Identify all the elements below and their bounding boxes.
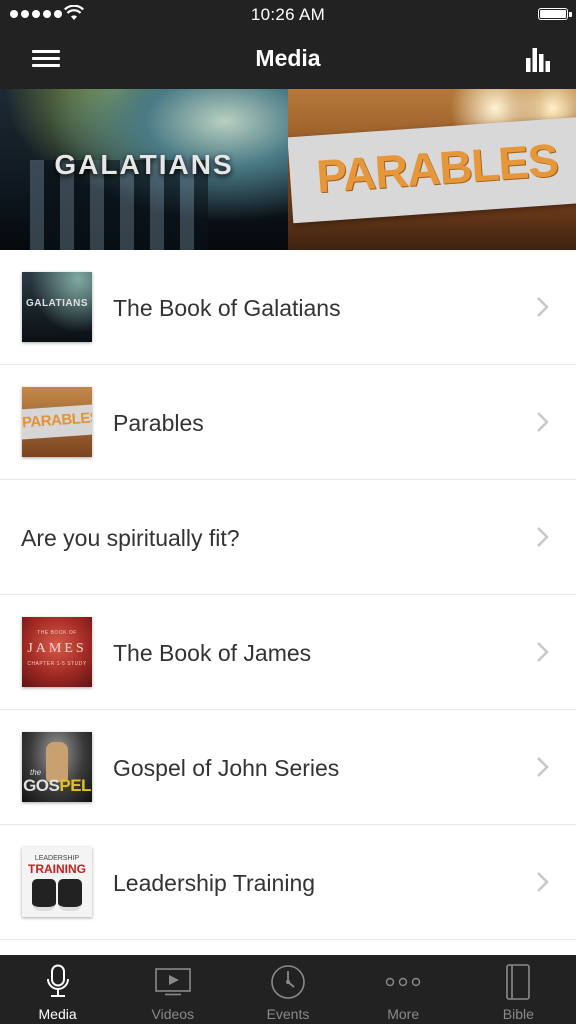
tab-events[interactable]: Events xyxy=(230,955,345,1024)
thumbnail-text: GOSPEL xyxy=(23,776,91,795)
tab-label: More xyxy=(387,1006,420,1022)
tab-label: Videos xyxy=(151,1006,195,1022)
sneaker-image xyxy=(58,879,82,911)
microphone-icon xyxy=(46,964,69,997)
list-item-james[interactable]: THE BOOK OF JAMES CHAPTER 1-5 STUDY The … xyxy=(0,595,576,710)
chevron-right-icon xyxy=(537,527,549,547)
leadership-thumbnail: LEADERSHIP TRAINING xyxy=(22,847,92,917)
battery-icon xyxy=(538,8,572,20)
chevron-right-icon xyxy=(537,297,549,317)
tab-label: Bible xyxy=(502,1006,534,1022)
gospel-thumbnail: the GOSPEL xyxy=(22,732,92,802)
list-item-gospel-of-john[interactable]: the GOSPEL Gospel of John Series xyxy=(0,710,576,825)
banner-galatians[interactable]: GALATIANS xyxy=(0,89,288,250)
media-list: GALATIANS The Book of Galatians PARABLES… xyxy=(0,250,576,940)
thumbnail-text: GALATIANS xyxy=(25,298,89,309)
tab-media[interactable]: Media xyxy=(0,955,115,1024)
chevron-right-icon xyxy=(537,757,549,777)
list-item-label: Parables xyxy=(113,410,204,436)
thumbnail-text: TRAINING xyxy=(28,862,86,876)
chevron-right-icon xyxy=(537,412,549,432)
status-bar: 10:26 AM xyxy=(0,0,576,30)
list-item-parables[interactable]: PARABLES Parables xyxy=(0,365,576,480)
thumbnail-text: CHAPTER 1-5 STUDY xyxy=(27,661,87,667)
clock-icon xyxy=(271,965,305,999)
list-item-leadership-training[interactable]: LEADERSHIP TRAINING Leadership Training xyxy=(0,825,576,940)
list-item-label: Leadership Training xyxy=(113,870,316,896)
chevron-right-icon xyxy=(537,642,549,662)
list-item-label: The Book of James xyxy=(113,640,312,666)
banner-parables[interactable]: PARABLES xyxy=(288,89,576,250)
tab-label: Media xyxy=(38,1006,77,1022)
featured-banner: GALATIANS PARABLES xyxy=(0,89,576,250)
more-dots-icon xyxy=(385,977,421,987)
tab-videos[interactable]: Videos xyxy=(115,955,230,1024)
banner-title: GALATIANS xyxy=(54,149,234,180)
james-thumbnail: THE BOOK OF JAMES CHAPTER 1-5 STUDY xyxy=(22,617,92,687)
book-icon xyxy=(506,964,531,1000)
thumbnail-text: THE BOOK OF xyxy=(37,630,77,636)
tab-label: Events xyxy=(266,1006,310,1022)
status-time: 10:26 AM xyxy=(250,5,326,24)
tab-more[interactable]: More xyxy=(346,955,461,1024)
list-item-label: The Book of Galatians xyxy=(113,295,341,321)
list-item-spiritually-fit[interactable]: Are you spiritually fit? xyxy=(0,480,576,595)
video-play-icon xyxy=(154,968,191,996)
tab-bar: Media Videos Events More Bible xyxy=(0,955,576,1024)
list-item-label: Gospel of John Series xyxy=(113,755,340,781)
chevron-right-icon xyxy=(537,872,549,892)
thumbnail-text: LEADERSHIP xyxy=(34,855,80,862)
thumbnail-text: JAMES xyxy=(27,641,87,656)
sneaker-image xyxy=(32,879,56,911)
galatians-thumbnail: GALATIANS xyxy=(22,272,92,342)
page-title: Media xyxy=(255,45,321,71)
tab-bible[interactable]: Bible xyxy=(461,955,576,1024)
list-item-label: Are you spiritually fit? xyxy=(21,525,240,551)
nav-bar: Media xyxy=(0,30,576,89)
bar-chart-icon[interactable] xyxy=(524,44,554,74)
parables-thumbnail: PARABLES xyxy=(22,387,92,457)
list-item-galatians[interactable]: GALATIANS The Book of Galatians xyxy=(0,250,576,365)
